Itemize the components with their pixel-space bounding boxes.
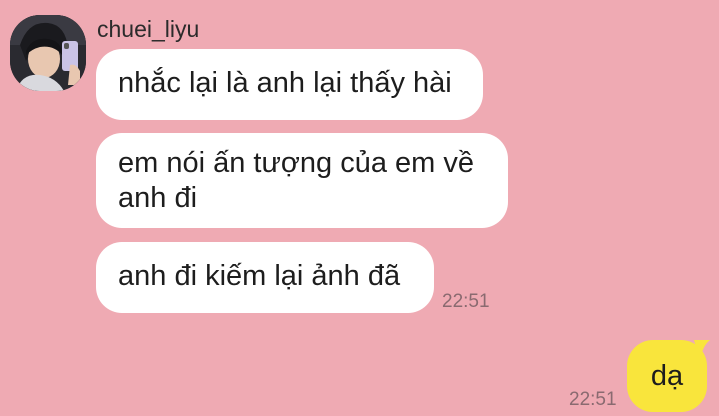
sender-name: chuei_liyu xyxy=(97,16,200,42)
message-bubble[interactable]: em nói ấn tượng của em về anh đi xyxy=(96,133,508,228)
message-timestamp: 22:51 xyxy=(442,291,490,312)
message-bubble[interactable]: anh đi kiếm lại ảnh đã xyxy=(96,242,434,313)
message-text: nhắc lại là anh lại thấy hài xyxy=(118,67,452,99)
my-message-bubble[interactable]: dạ xyxy=(627,340,707,412)
contact-avatar[interactable] xyxy=(10,15,86,91)
avatar-photo-icon xyxy=(10,15,86,91)
message-text: anh đi kiếm lại ảnh đã xyxy=(118,260,401,292)
message-text: dạ xyxy=(650,360,684,392)
message-timestamp: 22:51 xyxy=(569,389,617,410)
message-text: em nói ấn tượng của em về anh đi xyxy=(118,147,475,214)
chat-thread[interactable]: chuei_liyu nhắc lại là anh lại thấy hài … xyxy=(0,0,719,416)
message-bubble[interactable]: nhắc lại là anh lại thấy hài xyxy=(96,49,483,120)
